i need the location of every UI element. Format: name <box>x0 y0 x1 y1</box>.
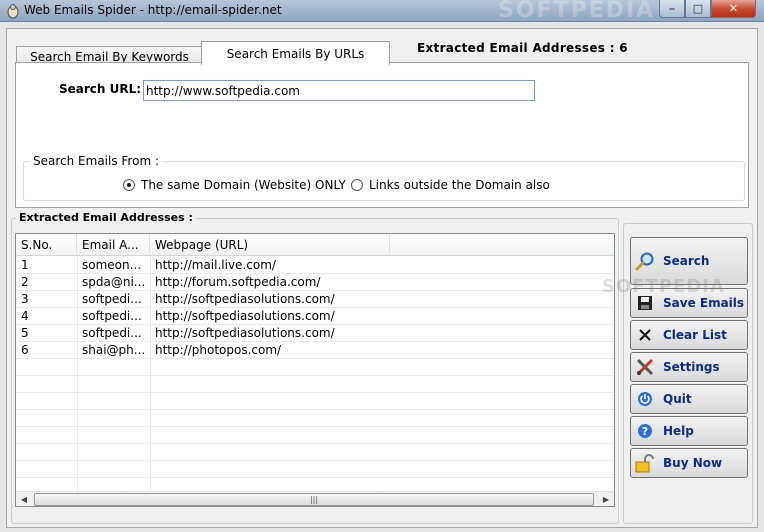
main-window: Search Email By Keywords Search Emails B… <box>6 28 758 528</box>
close-button[interactable]: ✕ <box>711 0 756 18</box>
minimize-icon: ⎯ <box>669 1 675 15</box>
row-url: http://photopos.com/ <box>155 343 282 357</box>
empty-row <box>16 444 614 461</box>
row-email: someon... <box>82 258 142 272</box>
radio-indicator <box>351 179 363 191</box>
row-email: spda@ni... <box>82 275 146 289</box>
clear-button-label: Clear List <box>663 328 727 342</box>
spider-app-icon <box>6 3 20 19</box>
scroll-right-icon[interactable]: ▶ <box>598 492 614 506</box>
empty-row <box>16 359 614 376</box>
window-title: Web Emails Spider - http://email-spider.… <box>24 3 282 17</box>
power-icon <box>635 389 655 409</box>
horizontal-scrollbar[interactable]: ◀ ||| ▶ <box>16 491 614 506</box>
clear-list-button[interactable]: Clear List <box>630 320 748 350</box>
maximize-icon: □ <box>692 2 704 15</box>
url-search-panel: Search URL: Search Emails From : The sam… <box>15 62 749 208</box>
search-from-group: Search Emails From : The same Domain (We… <box>23 154 745 201</box>
row-sno: 2 <box>21 275 29 289</box>
row-url: http://softpediasolutions.com/ <box>155 292 335 306</box>
buy-now-button[interactable]: Buy Now <box>630 448 748 478</box>
buy-button-label: Buy Now <box>663 456 723 470</box>
empty-row <box>16 427 614 444</box>
settings-button[interactable]: Settings <box>630 352 748 382</box>
help-button-label: Help <box>663 424 694 438</box>
row-url: http://forum.softpedia.com/ <box>155 275 321 289</box>
quit-button[interactable]: Quit <box>630 384 748 414</box>
row-sno: 4 <box>21 309 29 323</box>
search-button-label: Search <box>663 254 710 268</box>
column-header-sno[interactable]: S.No. <box>16 234 77 256</box>
empty-row <box>16 461 614 478</box>
results-label: Extracted Email Addresses : <box>16 211 196 224</box>
grip-icon: ||| <box>309 495 319 504</box>
column-header-email[interactable]: Email A... <box>77 234 150 256</box>
radio-label: The same Domain (Website) ONLY <box>141 178 346 192</box>
scroll-thumb[interactable]: ||| <box>34 493 594 506</box>
results-group: Extracted Email Addresses : S.No. Email … <box>11 211 619 524</box>
email-list[interactable]: S.No. Email A... Webpage (URL) 1 someon.… <box>15 233 615 507</box>
minimize-button[interactable]: ⎯ <box>659 0 685 18</box>
search-url-label: Search URL: <box>59 82 142 96</box>
row-url: http://softpediasolutions.com/ <box>155 309 335 323</box>
row-email: softpedi... <box>82 309 142 323</box>
search-from-legend: Search Emails From : <box>30 154 162 168</box>
quit-button-label: Quit <box>663 392 692 406</box>
tab-search-by-urls[interactable]: Search Emails By URLs <box>201 41 390 65</box>
table-row[interactable]: 4 softpedi... http://softpediasolutions.… <box>16 308 614 325</box>
radio-label: Links outside the Domain also <box>369 178 550 192</box>
row-email: shai@ph... <box>82 343 146 357</box>
tab-label: Search Emails By URLs <box>226 46 365 61</box>
help-icon: ? <box>635 421 655 441</box>
table-row[interactable]: 1 someon... http://mail.live.com/ <box>16 257 614 274</box>
maximize-button[interactable]: □ <box>685 0 711 18</box>
row-url: http://mail.live.com/ <box>155 258 276 272</box>
tools-icon <box>635 357 655 377</box>
row-sno: 3 <box>21 292 29 306</box>
action-buttons-group: Search Save Emails Clear List Settings Q… <box>623 223 753 524</box>
table-row[interactable]: 2 spda@ni... http://forum.softpedia.com/ <box>16 274 614 291</box>
title-bar: Web Emails Spider - http://email-spider.… <box>0 0 764 23</box>
svg-text:?: ? <box>642 425 648 438</box>
help-button[interactable]: ? Help <box>630 416 748 446</box>
radio-selected-indicator <box>123 179 135 191</box>
radio-outside-domain[interactable]: Links outside the Domain also <box>351 178 550 192</box>
row-email: softpedi... <box>82 292 142 306</box>
radio-same-domain[interactable]: The same Domain (Website) ONLY <box>123 178 346 192</box>
settings-button-label: Settings <box>663 360 720 374</box>
extracted-count: Extracted Email Addresses : 6 <box>417 41 628 55</box>
scroll-left-icon[interactable]: ◀ <box>16 492 32 506</box>
list-header: S.No. Email A... Webpage (URL) <box>16 234 614 256</box>
row-url: http://softpediasolutions.com/ <box>155 326 335 340</box>
empty-row <box>16 393 614 410</box>
column-header-url[interactable]: Webpage (URL) <box>150 234 390 256</box>
row-sno: 6 <box>21 343 29 357</box>
padlock-icon <box>635 453 655 473</box>
softpedia-watermark: SOFTPEDIA <box>602 276 725 297</box>
row-sno: 5 <box>21 326 29 340</box>
row-email: softpedi... <box>82 326 142 340</box>
x-close-icon <box>635 325 655 345</box>
softpedia-watermark: SOFTPEDIA <box>498 0 656 23</box>
table-row[interactable]: 3 softpedi... http://softpediasolutions.… <box>16 291 614 308</box>
close-icon: ✕ <box>728 2 739 15</box>
row-sno: 1 <box>21 258 29 272</box>
empty-row <box>16 376 614 393</box>
table-row[interactable]: 6 shai@ph... http://photopos.com/ <box>16 342 614 359</box>
empty-row <box>16 410 614 427</box>
magnifier-icon <box>635 251 655 271</box>
search-url-input[interactable] <box>143 80 535 101</box>
table-row[interactable]: 5 softpedi... http://softpediasolutions.… <box>16 325 614 342</box>
save-button-label: Save Emails <box>663 296 745 310</box>
